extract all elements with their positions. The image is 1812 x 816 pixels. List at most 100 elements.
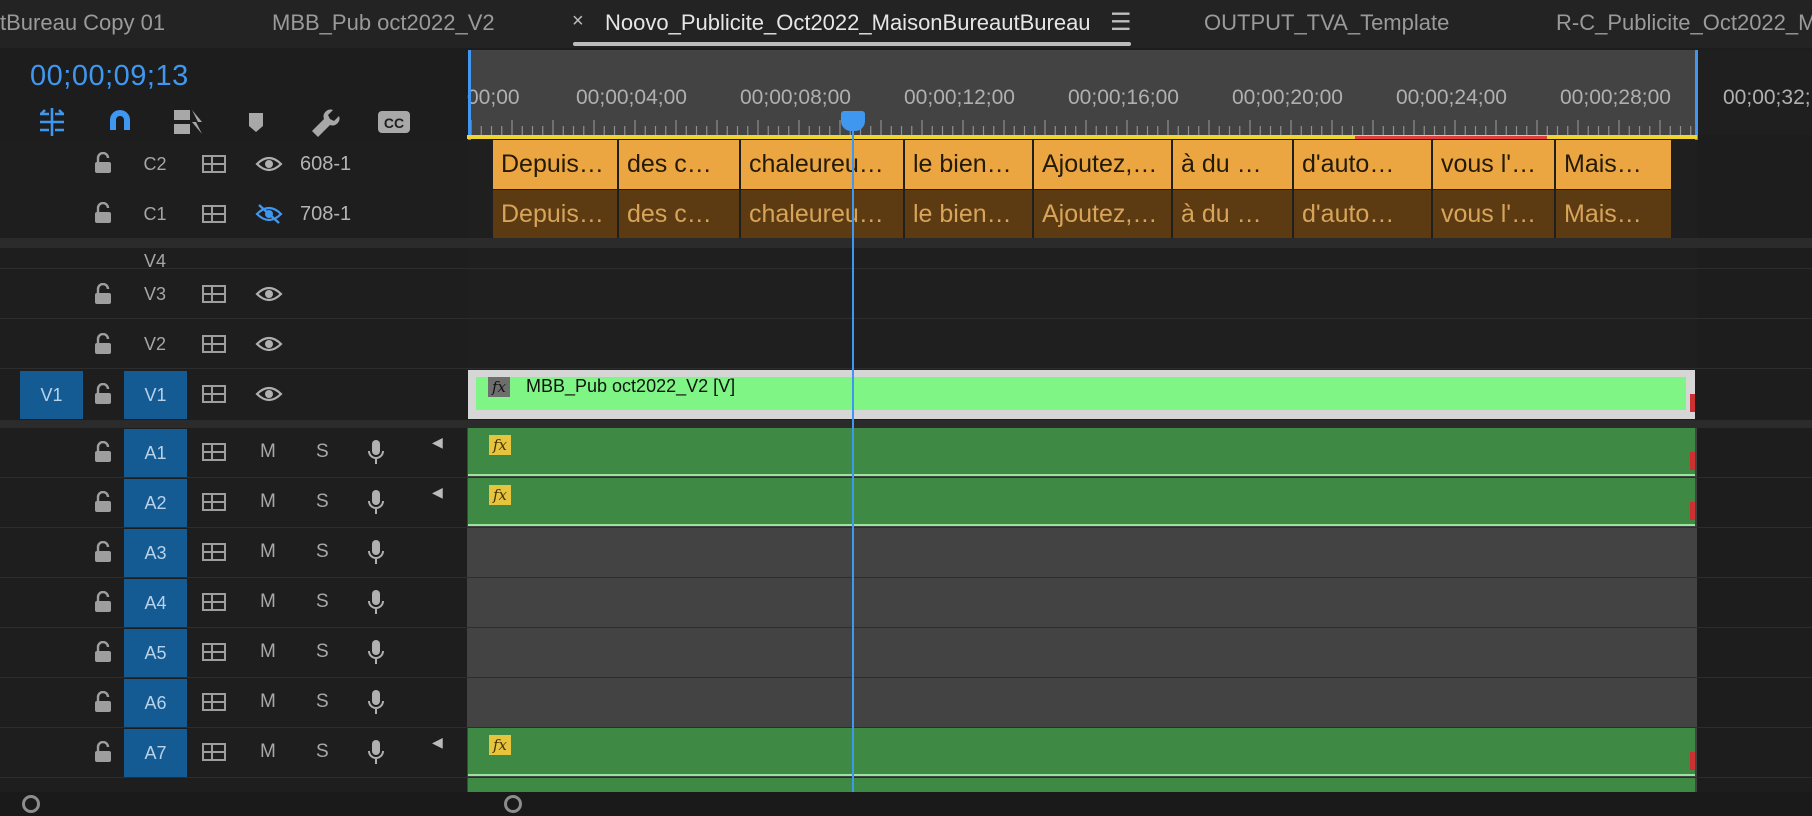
caption-clip[interactable]: Mais… <box>1556 190 1673 239</box>
track-target-a2[interactable]: A2 <box>124 479 187 527</box>
caption-clip[interactable]: des c… <box>619 190 741 239</box>
tab-bureau-copy[interactable]: tBureau Copy 01 <box>0 10 165 36</box>
caption-clip[interactable]: Mais… <box>1556 140 1673 189</box>
tab-output-tva[interactable]: OUTPUT_TVA_Template <box>1204 10 1449 36</box>
microphone-icon[interactable] <box>366 688 386 721</box>
caption-clip[interactable]: Depuis… <box>493 140 619 189</box>
lock-open-icon[interactable] <box>93 740 113 768</box>
track-label-c1[interactable]: C1 <box>140 204 170 225</box>
linked-selection-icon[interactable] <box>170 104 206 140</box>
track-label-v2[interactable]: V2 <box>140 334 170 355</box>
caption-clip[interactable]: vous l'… <box>1433 140 1556 189</box>
lock-open-icon[interactable] <box>93 440 113 468</box>
playhead-handle[interactable] <box>841 111 865 131</box>
audio-clip-a2[interactable] <box>468 478 1695 526</box>
lock-open-icon[interactable] <box>93 690 113 718</box>
tab-noovo-publicite[interactable]: Noovo_Publicite_Oct2022_MaisonBureautBur… <box>605 10 1091 36</box>
zoom-handle-right[interactable] <box>504 795 522 813</box>
lock-open-icon[interactable] <box>93 151 113 179</box>
caption-clip[interactable]: chaleureu… <box>741 140 905 189</box>
eye-icon[interactable] <box>255 334 283 359</box>
audio-clip-a7[interactable] <box>468 728 1695 776</box>
eye-icon[interactable] <box>255 284 283 309</box>
solo-button[interactable]: S <box>316 641 329 663</box>
tab-rc-publicite[interactable]: R-C_Publicite_Oct2022_M <box>1556 10 1812 36</box>
microphone-icon[interactable] <box>366 488 386 521</box>
fx-badge[interactable]: fx <box>489 435 511 455</box>
solo-button[interactable]: S <box>316 591 329 613</box>
zoom-handle-left[interactable] <box>22 795 40 813</box>
time-ruler[interactable]: 00;00 00;00;04;00 00;00;08;00 00;00;12;0… <box>467 50 1697 135</box>
mute-button[interactable]: M <box>260 641 276 663</box>
sync-lock-icon[interactable] <box>202 204 226 229</box>
eye-icon[interactable] <box>255 154 283 179</box>
solo-button[interactable]: S <box>316 741 329 763</box>
microphone-icon[interactable] <box>366 588 386 621</box>
lock-open-icon[interactable] <box>93 640 113 668</box>
mute-button[interactable]: M <box>260 541 276 563</box>
caption-clip[interactable]: le bien… <box>905 190 1034 239</box>
track-target-a7[interactable]: A7 <box>124 729 187 777</box>
sync-lock-icon[interactable] <box>202 542 226 567</box>
sync-lock-icon[interactable] <box>202 284 226 309</box>
source-patch-v1[interactable]: V1 <box>20 371 83 419</box>
captions-cc-icon[interactable]: CC <box>374 104 414 140</box>
mute-button[interactable]: M <box>260 441 276 463</box>
solo-button[interactable]: S <box>316 491 329 513</box>
lock-open-icon[interactable] <box>93 282 113 310</box>
video-lane-empty[interactable] <box>467 248 1697 370</box>
solo-button[interactable]: S <box>316 441 329 463</box>
audio-clip-a1[interactable] <box>468 428 1695 476</box>
tab-menu-icon[interactable]: ☰ <box>1110 8 1132 37</box>
sync-lock-icon[interactable] <box>202 692 226 717</box>
caption-clip[interactable]: chaleureu… <box>741 190 905 239</box>
track-label-c2[interactable]: C2 <box>140 154 170 175</box>
fx-badge[interactable]: fx <box>489 485 511 505</box>
sync-lock-icon[interactable] <box>202 742 226 767</box>
tab-mbb-pub[interactable]: MBB_Pub oct2022_V2 <box>272 10 495 36</box>
tab-close-icon[interactable]: × <box>572 10 584 33</box>
lock-open-icon[interactable] <box>93 332 113 360</box>
snap-magnet-icon[interactable] <box>102 104 138 140</box>
volume-icon[interactable]: ◀ <box>432 734 443 751</box>
sync-lock-icon[interactable] <box>202 384 226 409</box>
eye-hidden-icon[interactable] <box>255 203 283 230</box>
lock-open-icon[interactable] <box>93 490 113 518</box>
volume-icon[interactable]: ◀ <box>432 434 443 451</box>
microphone-icon[interactable] <box>366 638 386 671</box>
caption-clip[interactable]: Ajoutez,… <box>1034 140 1173 189</box>
add-marker-icon[interactable] <box>238 104 274 140</box>
track-label-v3[interactable]: V3 <box>140 284 170 305</box>
sync-lock-icon[interactable] <box>202 592 226 617</box>
lock-open-icon[interactable] <box>93 540 113 568</box>
caption-clip[interactable]: Ajoutez,… <box>1034 190 1173 239</box>
lock-open-icon[interactable] <box>93 382 113 410</box>
volume-icon[interactable]: ◀ <box>432 484 443 501</box>
fx-badge[interactable]: fx <box>489 735 511 755</box>
audio-clip-a8[interactable] <box>468 778 1695 792</box>
sync-lock-icon[interactable] <box>202 642 226 667</box>
lock-open-icon[interactable] <box>93 590 113 618</box>
track-target-a4[interactable]: A4 <box>124 579 187 627</box>
caption-clip[interactable]: vous l'… <box>1433 190 1556 239</box>
playhead-timecode[interactable]: 00;00;09;13 <box>30 60 189 93</box>
track-target-v1[interactable]: V1 <box>124 371 187 419</box>
track-target-a5[interactable]: A5 <box>124 629 187 677</box>
sequence-end-marker[interactable] <box>1695 50 1698 140</box>
mute-button[interactable]: M <box>260 591 276 613</box>
mute-button[interactable]: M <box>260 691 276 713</box>
solo-button[interactable]: S <box>316 541 329 563</box>
caption-clip[interactable]: d'auto… <box>1294 190 1433 239</box>
mute-button[interactable]: M <box>260 741 276 763</box>
caption-clip[interactable]: Depuis… <box>493 190 619 239</box>
sync-lock-icon[interactable] <box>202 442 226 467</box>
caption-clip[interactable]: à du … <box>1173 190 1294 239</box>
eye-icon[interactable] <box>255 384 283 409</box>
sync-lock-icon[interactable] <box>202 334 226 359</box>
caption-clip[interactable]: à du … <box>1173 140 1294 189</box>
playhead-line[interactable] <box>852 120 854 792</box>
track-label-v4[interactable]: V4 <box>140 251 170 272</box>
lock-open-icon[interactable] <box>93 201 113 229</box>
caption-clip[interactable]: d'auto… <box>1294 140 1433 189</box>
nest-sequence-icon[interactable] <box>34 104 70 140</box>
